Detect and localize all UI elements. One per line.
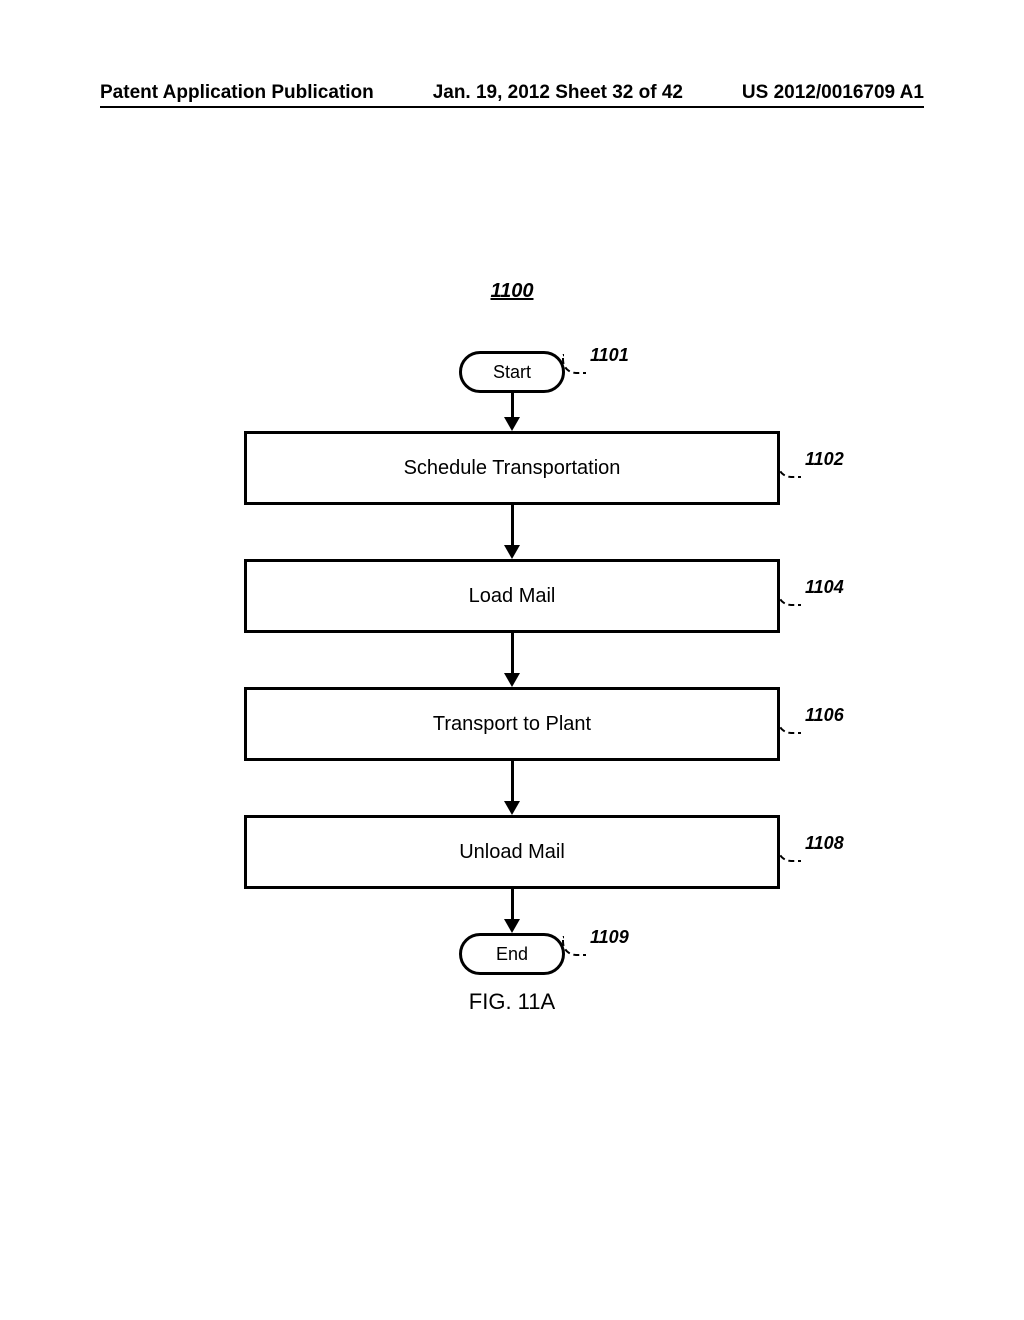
callout-hook-icon [562, 936, 586, 956]
callout-number: 1102 [805, 449, 844, 470]
header-rule [100, 106, 924, 108]
callout-number: 1101 [590, 345, 629, 366]
arrow-icon [504, 889, 520, 933]
callout-hook-icon [777, 714, 801, 734]
step-label: Load Mail [469, 585, 556, 608]
callout-1109: 1109 [562, 936, 629, 956]
figure-caption: FIG. 11A [469, 989, 555, 1015]
callout-1106: 1106 [777, 714, 844, 734]
step-label: Transport to Plant [433, 713, 591, 736]
header-left: Patent Application Publication [100, 82, 374, 104]
schedule-transportation-step: Schedule Transportation 1102 [244, 431, 780, 505]
end-node: End 1109 [459, 933, 565, 975]
callout-number: 1109 [590, 927, 629, 948]
callout-hook-icon [777, 586, 801, 606]
header-right: US 2012/0016709 A1 [742, 82, 924, 104]
step-label: Unload Mail [459, 841, 565, 864]
arrow-icon [504, 393, 520, 431]
callout-1104: 1104 [777, 586, 844, 606]
callout-hook-icon [777, 842, 801, 862]
arrow-icon [504, 633, 520, 687]
page: Patent Application Publication Jan. 19, … [0, 0, 1024, 1320]
callout-number: 1104 [805, 577, 844, 598]
callout-1108: 1108 [777, 842, 844, 862]
load-mail-step: Load Mail 1104 [244, 559, 780, 633]
figure-number: 1100 [0, 280, 1024, 303]
arrow-icon [504, 505, 520, 559]
end-label: End [496, 944, 528, 965]
transport-to-plant-step: Transport to Plant 1106 [244, 687, 780, 761]
callout-number: 1108 [805, 833, 844, 854]
step-label: Schedule Transportation [404, 457, 621, 480]
unload-mail-step: Unload Mail 1108 [244, 815, 780, 889]
page-header: Patent Application Publication Jan. 19, … [100, 82, 924, 104]
header-center: Jan. 19, 2012 Sheet 32 of 42 [433, 82, 683, 104]
start-node: Start 1101 [459, 351, 565, 393]
callout-hook-icon [562, 354, 586, 374]
arrow-icon [504, 761, 520, 815]
callout-hook-icon [777, 458, 801, 478]
start-label: Start [493, 362, 531, 383]
callout-number: 1106 [805, 705, 844, 726]
callout-1102: 1102 [777, 458, 844, 478]
flowchart: 1100 Start 1101 Schedule Transportation … [0, 280, 1024, 1015]
callout-1101: 1101 [562, 354, 629, 374]
